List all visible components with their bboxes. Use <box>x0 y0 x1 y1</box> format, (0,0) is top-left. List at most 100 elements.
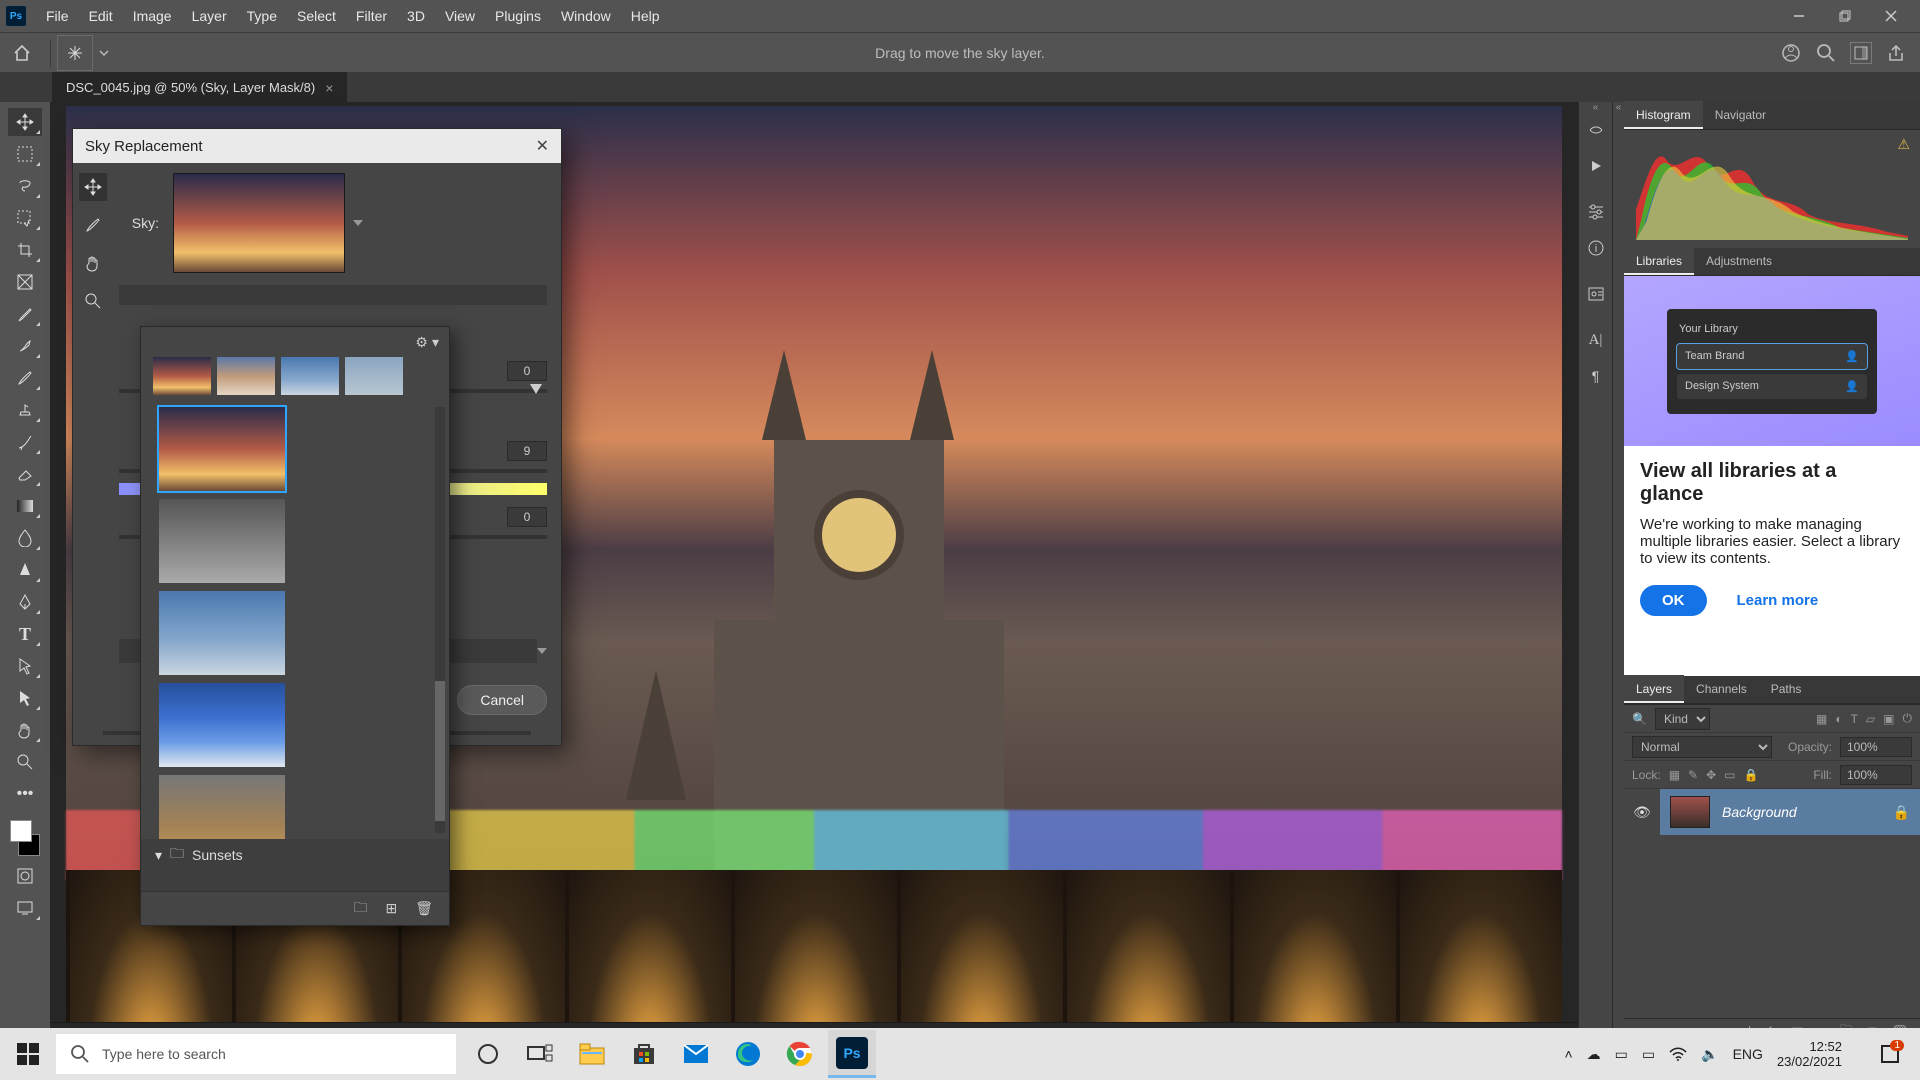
menu-help[interactable]: Help <box>621 0 670 32</box>
marquee-tool[interactable] <box>8 140 42 168</box>
flyout-scroll-thumb[interactable] <box>435 681 445 821</box>
move-tool[interactable] <box>8 108 42 136</box>
flyout-new-icon[interactable]: ⊞ <box>385 900 397 917</box>
eyedropper-tool[interactable] <box>8 300 42 328</box>
blur-tool[interactable] <box>8 524 42 552</box>
tray-wifi-icon[interactable] <box>1669 1047 1687 1061</box>
menu-edit[interactable]: Edit <box>79 0 123 32</box>
tool-preset-caret[interactable] <box>99 48 109 58</box>
eraser-tool[interactable] <box>8 460 42 488</box>
value-box-3[interactable]: 0 <box>507 507 547 527</box>
crop-tool[interactable] <box>8 236 42 264</box>
libraries-ok-button[interactable]: OK <box>1640 585 1707 616</box>
dock-icon-arrange[interactable] <box>1583 117 1609 143</box>
tab-adjustments[interactable]: Adjustments <box>1694 247 1784 275</box>
tray-overflow-icon[interactable]: ˄ <box>1564 1046 1572 1062</box>
quick-mask-toggle[interactable] <box>8 862 42 890</box>
lasso-tool[interactable] <box>8 172 42 200</box>
lock-paint-icon[interactable]: ✎ <box>1688 768 1698 782</box>
minimize-button[interactable] <box>1776 0 1822 32</box>
filter-adjust-icon[interactable]: ◐ <box>1835 712 1842 726</box>
document-tab[interactable]: DSC_0045.jpg @ 50% (Sky, Layer Mask/8) × <box>52 72 347 102</box>
lock-trans-icon[interactable]: ▦ <box>1669 768 1680 782</box>
healing-brush-tool[interactable] <box>8 332 42 360</box>
taskbar-search[interactable]: Type here to search <box>56 1034 456 1074</box>
task-chrome-icon[interactable] <box>776 1030 824 1078</box>
type-tool[interactable]: T <box>8 620 42 648</box>
cancel-button[interactable]: Cancel <box>457 685 547 715</box>
dodge-tool[interactable] <box>8 556 42 584</box>
hand-tool[interactable] <box>8 716 42 744</box>
layer-filter-search-icon[interactable]: 🔍 <box>1632 712 1647 726</box>
shape-tool[interactable] <box>8 684 42 712</box>
tray-language[interactable]: ENG <box>1733 1046 1763 1062</box>
filter-shape-icon[interactable]: ▱ <box>1866 712 1875 726</box>
dock-icon-character[interactable]: A| <box>1583 327 1609 353</box>
library-row-design-system[interactable]: Design System 👤 <box>1677 374 1867 399</box>
filter-toggle[interactable]: ⏻ <box>1903 711 1913 726</box>
gradient-tool[interactable] <box>8 492 42 520</box>
home-button[interactable] <box>4 35 40 71</box>
tab-paths[interactable]: Paths <box>1759 675 1814 703</box>
lock-all-icon[interactable]: 🔒 <box>1744 768 1759 782</box>
fill-input[interactable] <box>1840 765 1912 785</box>
task-cortana-icon[interactable] <box>464 1030 512 1078</box>
sky-thumb-1[interactable] <box>159 407 285 491</box>
tab-libraries[interactable]: Libraries <box>1624 247 1694 275</box>
tool-preset-button[interactable] <box>57 35 93 71</box>
menu-window[interactable]: Window <box>551 0 621 32</box>
zoom-tool[interactable] <box>8 748 42 776</box>
menu-view[interactable]: View <box>435 0 485 32</box>
menu-select[interactable]: Select <box>287 0 346 32</box>
tab-histogram[interactable]: Histogram <box>1624 101 1703 129</box>
menu-file[interactable]: File <box>36 0 79 32</box>
filter-type-icon[interactable]: T <box>1851 712 1858 726</box>
start-button[interactable] <box>0 1043 56 1065</box>
layer-background[interactable]: Background 🔒 <box>1660 789 1920 835</box>
sky-brush-tool[interactable] <box>79 211 107 239</box>
tab-layers[interactable]: Layers <box>1624 675 1684 703</box>
history-brush-tool[interactable] <box>8 428 42 456</box>
pen-tool[interactable] <box>8 588 42 616</box>
path-select-tool[interactable] <box>8 652 42 680</box>
blend-mode-select[interactable]: Normal <box>1632 736 1772 758</box>
edit-toolbar[interactable]: ••• <box>8 780 42 808</box>
search-icon[interactable] <box>1816 43 1836 63</box>
task-mail-icon[interactable] <box>672 1030 720 1078</box>
tray-battery-icon[interactable]: ▭ <box>1642 1046 1655 1063</box>
slider-track[interactable] <box>119 285 547 305</box>
flyout-folder-row[interactable]: ▾ 🗀 Sunsets <box>141 839 449 871</box>
sky-preset-flyout[interactable]: ⚙ ▾ ▾ 🗀 Sunsets 🗀 ⊞ 🗑 <box>140 326 450 926</box>
flyout-gear-icon[interactable]: ⚙ <box>415 334 428 351</box>
dock-icon-contact[interactable] <box>1583 281 1609 307</box>
menu-filter[interactable]: Filter <box>346 0 397 32</box>
clone-stamp-tool[interactable] <box>8 396 42 424</box>
sky-thumb-3[interactable] <box>159 591 285 675</box>
quick-select-tool[interactable] <box>8 204 42 232</box>
sky-hand-tool[interactable] <box>79 249 107 277</box>
filter-pixel-icon[interactable]: ▦ <box>1816 712 1827 726</box>
sky-thumb-5[interactable] <box>159 775 285 839</box>
dock-icon-play[interactable] <box>1583 153 1609 179</box>
sky-preset-dropdown-icon[interactable] <box>353 220 363 226</box>
task-explorer-icon[interactable] <box>568 1030 616 1078</box>
histogram-warning-icon[interactable]: ⚠ <box>1897 136 1910 153</box>
value-box-1[interactable]: 0 <box>507 361 547 381</box>
lock-pos-icon[interactable]: ✥ <box>1706 768 1716 782</box>
dock-icon-paragraph[interactable]: ¶ <box>1583 363 1609 389</box>
document-tab-close-icon[interactable]: × <box>325 80 333 96</box>
recent-sky-4[interactable] <box>345 357 403 395</box>
task-store-icon[interactable] <box>620 1030 668 1078</box>
layer-filter-kind[interactable]: Kind <box>1655 708 1710 730</box>
sky-preset-thumbnail[interactable] <box>173 173 345 273</box>
tray-volume-icon[interactable]: 🔈 <box>1701 1046 1718 1063</box>
tray-notifications-icon[interactable]: 1 <box>1866 1030 1914 1078</box>
tray-meet-icon[interactable]: ▭ <box>1615 1046 1628 1063</box>
filter-smart-icon[interactable]: ▣ <box>1883 712 1894 726</box>
close-button[interactable] <box>1868 0 1914 32</box>
dock-icon-info[interactable]: i <box>1583 235 1609 261</box>
tab-channels[interactable]: Channels <box>1684 675 1759 703</box>
layer-name[interactable]: Background <box>1722 804 1797 820</box>
brush-tool[interactable] <box>8 364 42 392</box>
cloud-docs-icon[interactable] <box>1780 42 1802 64</box>
